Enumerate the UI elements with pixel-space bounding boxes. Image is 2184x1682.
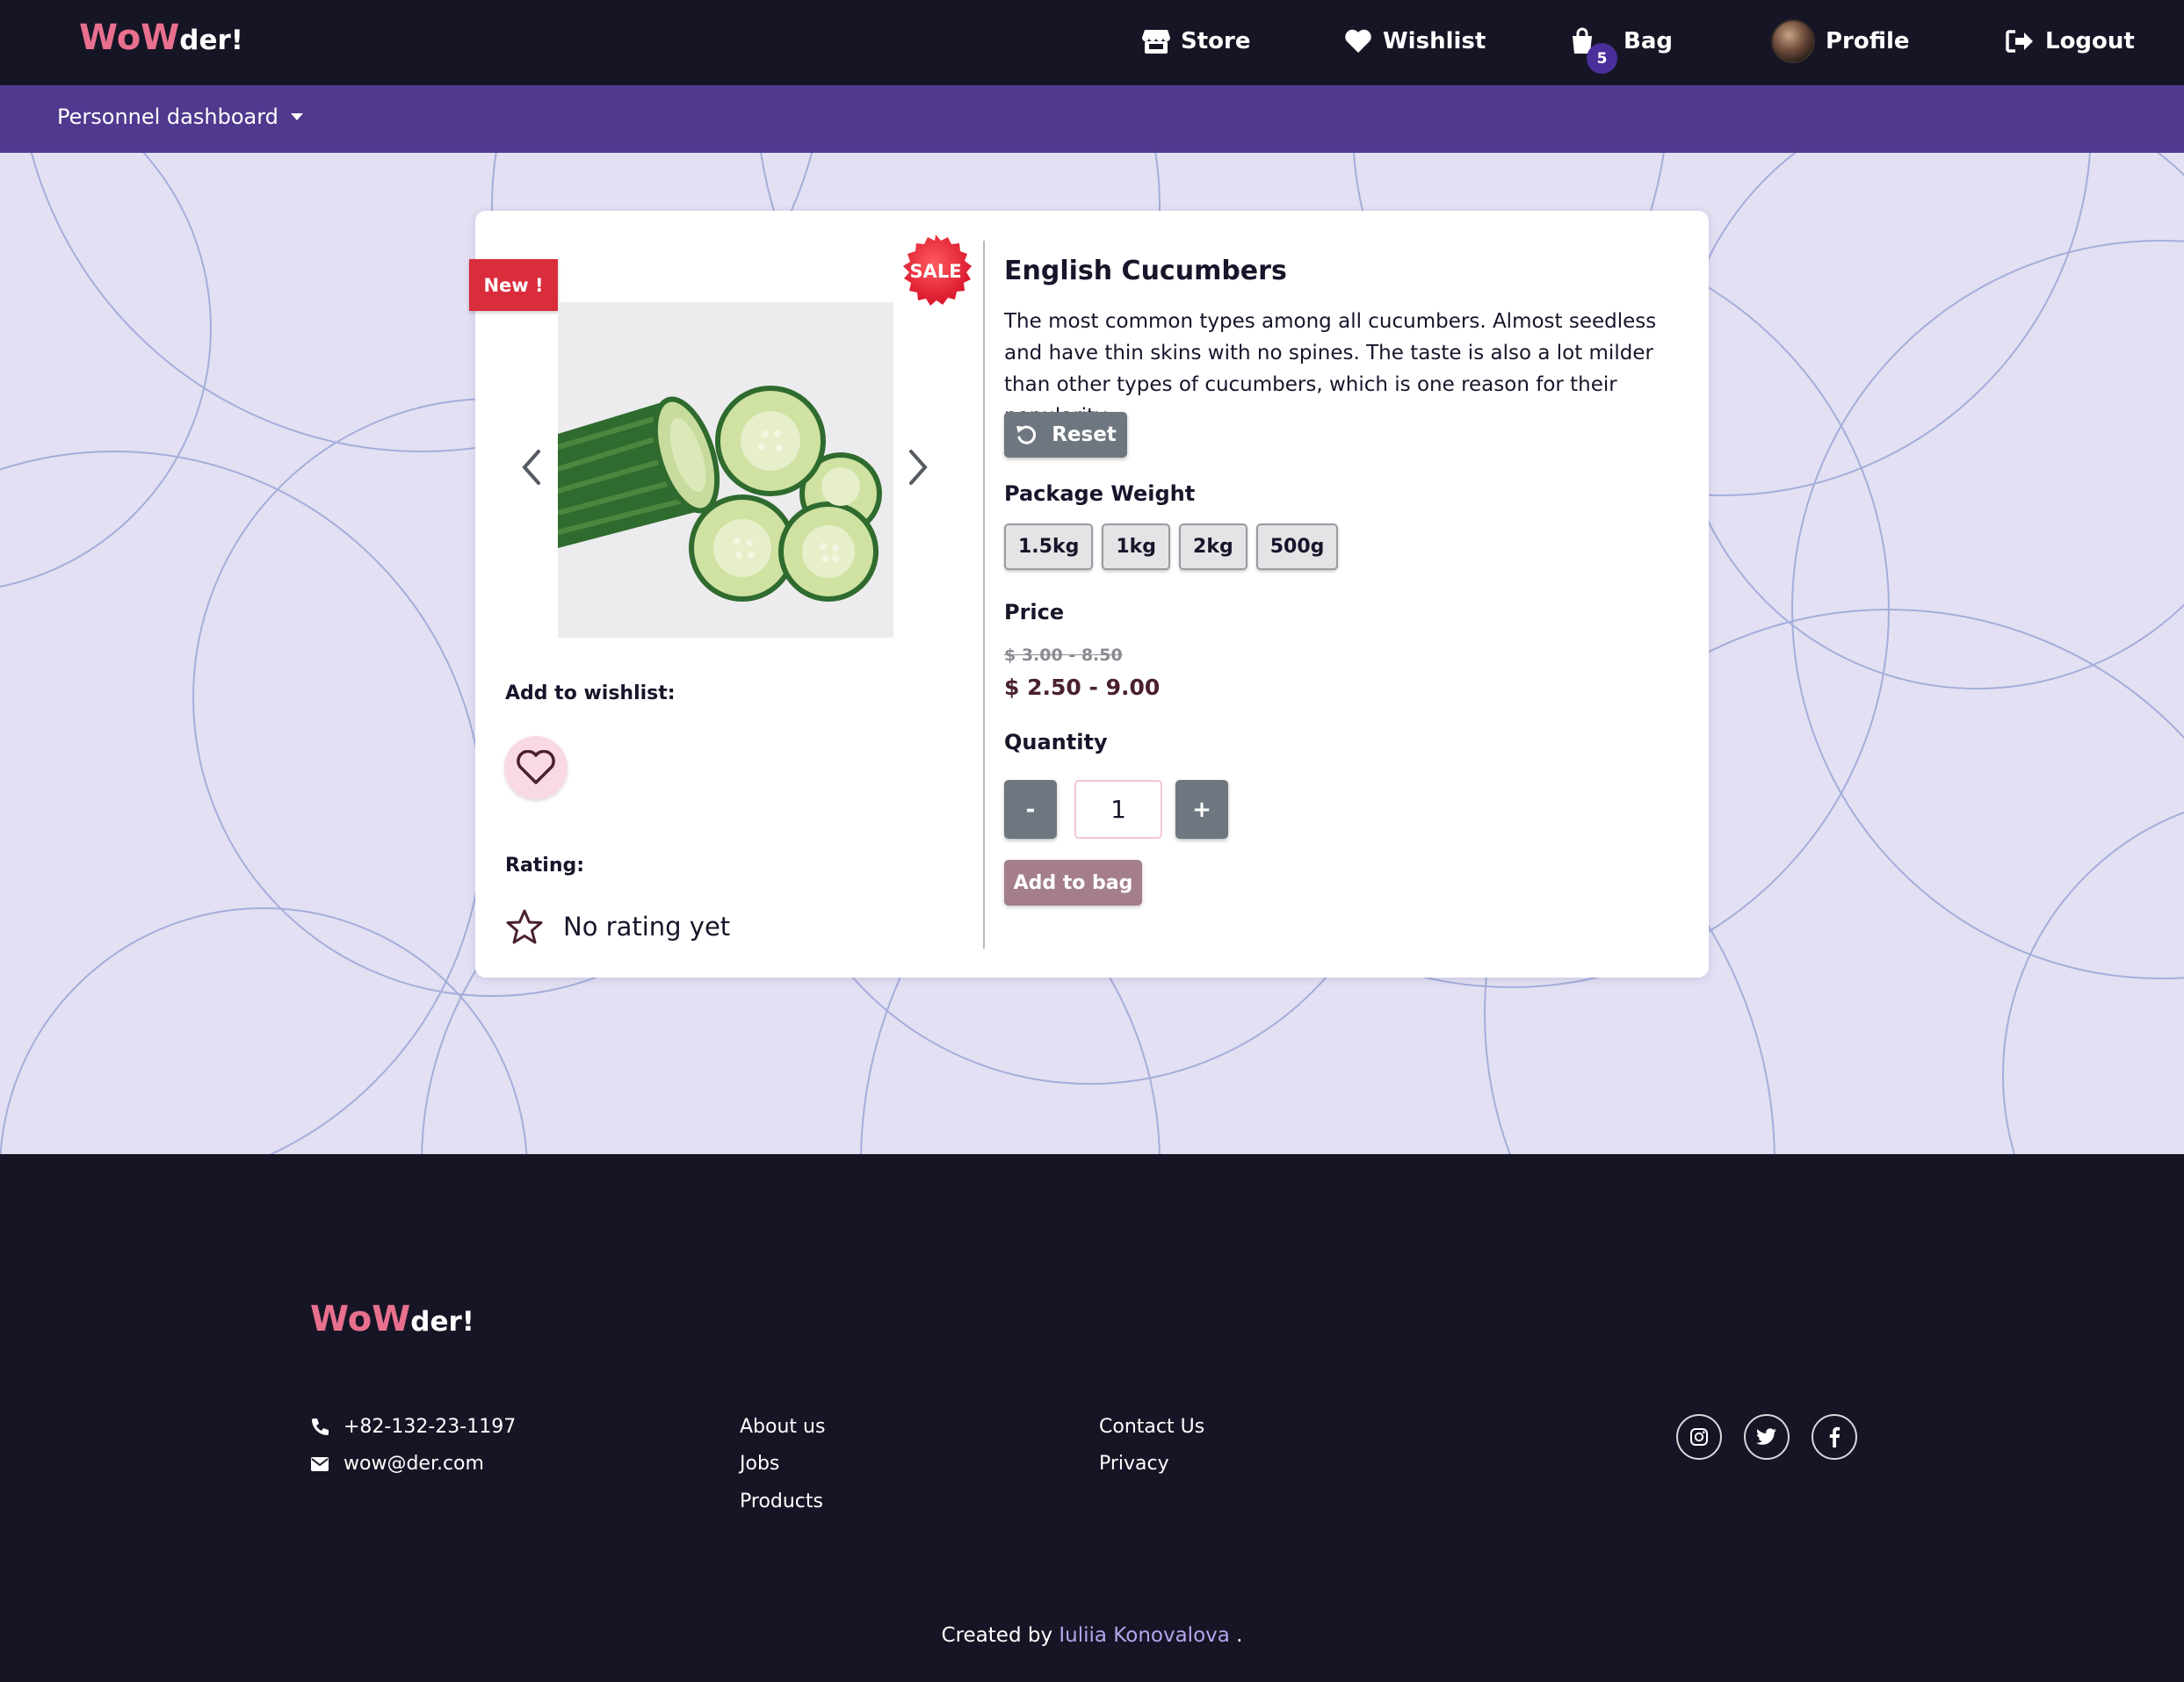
nav-wishlist-link[interactable]: Wishlist <box>1344 24 1486 59</box>
nav-bag-link[interactable]: 5 Bag <box>1571 24 1673 74</box>
reset-button[interactable]: Reset <box>1004 412 1127 458</box>
footer: WoWder! +82-132-23-1197 wow@der.com Abou… <box>0 1154 2184 1682</box>
credit-suffix: . <box>1236 1624 1243 1647</box>
credit-prefix: Created by <box>941 1624 1053 1647</box>
rating-row: No rating yet <box>505 908 730 945</box>
quantity-increase-button[interactable]: + <box>1175 780 1228 839</box>
footer-link-contact-us[interactable]: Contact Us <box>1099 1416 1204 1438</box>
brand-logo-part1: WoW <box>79 18 180 58</box>
rating-label: Rating: <box>505 855 585 877</box>
weight-option-500g[interactable]: 500g <box>1255 523 1339 570</box>
heart-icon <box>1345 29 1371 53</box>
caret-down-icon <box>290 113 303 120</box>
heart-outline-icon <box>517 750 555 784</box>
bag-count-badge: 5 <box>1587 43 1617 74</box>
weight-option-2kg[interactable]: 2kg <box>1179 523 1247 570</box>
brand-logo-part2: der! <box>179 25 243 56</box>
old-price: $ 3.00 - 8.50 <box>1004 646 1123 665</box>
footer-credit: Created by Iuliia Konovalova . <box>0 1624 2184 1647</box>
weight-option-1kg[interactable]: 1kg <box>1102 523 1171 570</box>
personnel-dashboard-dropdown[interactable]: Personnel dashboard <box>57 105 303 129</box>
reset-label: Reset <box>1052 423 1117 446</box>
footer-brand-part1: WoW <box>310 1299 411 1339</box>
nav-store-label: Store <box>1181 28 1251 54</box>
footer-email: wow@der.com <box>310 1453 484 1475</box>
footer-brand-part2: der! <box>410 1306 474 1338</box>
rating-text: No rating yet <box>563 912 731 942</box>
nav-profile-label: Profile <box>1826 28 1910 54</box>
price-label: Price <box>1004 600 1065 624</box>
footer-email-text: wow@der.com <box>344 1453 484 1475</box>
product-image <box>558 302 893 638</box>
footer-link-privacy[interactable]: Privacy <box>1099 1453 1169 1475</box>
card-divider <box>983 241 985 949</box>
nav-store-link[interactable]: Store <box>1142 24 1250 59</box>
footer-link-jobs[interactable]: Jobs <box>740 1453 779 1475</box>
instagram-icon <box>1690 1428 1708 1446</box>
credit-author-link[interactable]: Iuliia Konovalova <box>1059 1624 1229 1647</box>
avatar <box>1771 19 1815 63</box>
cucumber-illustration <box>558 302 893 638</box>
store-icon <box>1142 30 1170 54</box>
nav-logout-label: Logout <box>2045 28 2135 54</box>
phone-icon <box>312 1418 329 1435</box>
personnel-dashboard-label: Personnel dashboard <box>57 105 278 129</box>
twitter-link[interactable] <box>1744 1414 1790 1460</box>
quantity-decrease-button[interactable]: - <box>1004 780 1057 839</box>
nav-bag-label: Bag <box>1624 28 1673 54</box>
product-title: English Cucumbers <box>1004 256 1287 286</box>
footer-link-products[interactable]: Products <box>740 1491 823 1512</box>
chevron-left-icon <box>522 450 540 485</box>
current-price: $ 2.50 - 9.00 <box>1004 675 1161 700</box>
product-card: New ! SALE Add to wishlist: Rating: No r… <box>469 211 1709 978</box>
brand-logo[interactable]: WoWder! <box>79 18 243 58</box>
sub-navbar: Personnel dashboard <box>0 85 2184 153</box>
sale-badge: SALE <box>897 233 974 310</box>
envelope-icon <box>311 1456 329 1471</box>
add-to-wishlist-button[interactable] <box>504 736 568 799</box>
new-badge: New ! <box>469 259 558 311</box>
instagram-link[interactable] <box>1676 1414 1722 1460</box>
nav-logout-link[interactable]: Logout <box>2005 24 2135 59</box>
add-to-bag-button[interactable]: Add to bag <box>1004 860 1142 906</box>
undo-icon <box>1016 425 1037 444</box>
carousel-next-button[interactable] <box>906 448 930 490</box>
facebook-link[interactable] <box>1812 1414 1857 1460</box>
twitter-icon <box>1756 1428 1776 1445</box>
add-to-wishlist-label: Add to wishlist: <box>505 682 676 704</box>
star-outline-icon[interactable] <box>505 908 544 945</box>
footer-phone-text: +82-132-23-1197 <box>344 1416 517 1438</box>
nav-wishlist-label: Wishlist <box>1383 28 1486 54</box>
top-navbar: WoWder! Store Wishlist 5 Bag Profile Log… <box>0 0 2184 85</box>
carousel-prev-button[interactable] <box>519 448 544 490</box>
package-weight-options: 1.5kg 1kg 2kg 500g <box>1004 523 1347 570</box>
quantity-label: Quantity <box>1004 730 1108 754</box>
sale-badge-label: SALE <box>909 261 962 282</box>
package-weight-label: Package Weight <box>1004 481 1196 506</box>
nav-profile-link[interactable]: Profile <box>1771 19 1910 63</box>
footer-phone: +82-132-23-1197 <box>310 1416 516 1438</box>
chevron-right-icon <box>909 450 928 485</box>
quantity-input[interactable]: 1 <box>1074 780 1162 839</box>
footer-brand-logo[interactable]: WoWder! <box>310 1299 474 1339</box>
footer-link-about-us[interactable]: About us <box>740 1416 825 1438</box>
facebook-icon <box>1829 1426 1840 1447</box>
bag-icon-wrap: 5 <box>1571 27 1617 74</box>
weight-option-1-5kg[interactable]: 1.5kg <box>1004 523 1094 570</box>
logout-icon <box>2006 30 2033 53</box>
